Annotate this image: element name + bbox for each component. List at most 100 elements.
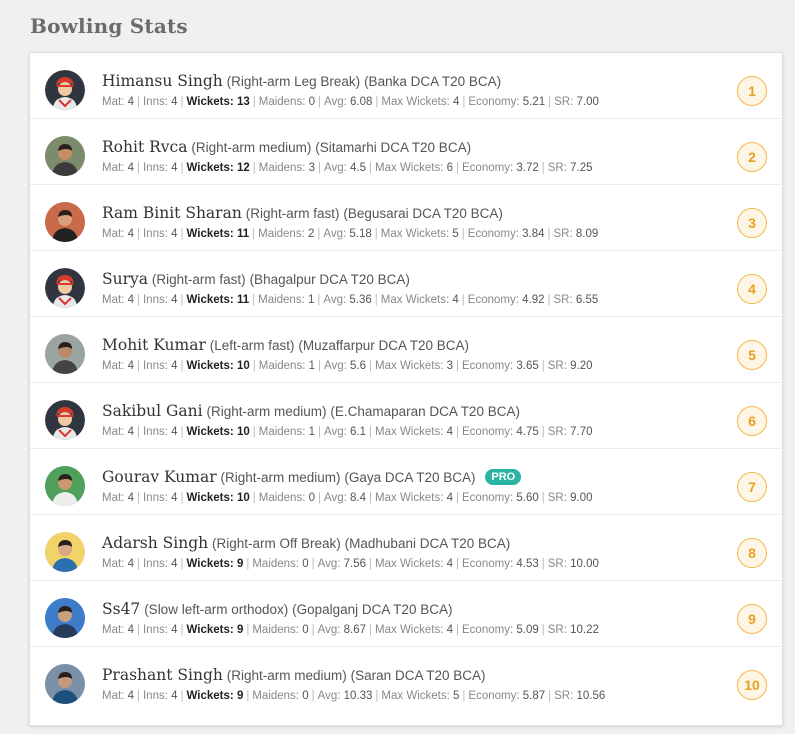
avatar[interactable] (45, 598, 85, 638)
player-row-6[interactable]: Sakibul Gani (Right-arm medium) (E.Chama… (30, 383, 782, 449)
bowling-style: (Right-arm medium) (191, 140, 312, 155)
player-row-2[interactable]: Rohit Rvca (Right-arm medium) (Sitamarhi… (30, 119, 782, 185)
team-name: (Sitamarhi DCA T20 BCA) (315, 140, 472, 155)
stat-value-avg: 8.4 (350, 492, 367, 504)
stat-label-max-wickets: Max Wickets: (375, 558, 444, 570)
stat-label-maidens: Maidens: (258, 294, 305, 306)
stat-label-mat: Mat: (102, 558, 125, 570)
player-stats-line: Mat: 4 | Inns: 4 | Wickets: 9 | Maidens: 0 | Avg… (102, 624, 599, 636)
stat-value-inns: 4 (171, 492, 178, 504)
stat-separator: | (311, 558, 315, 570)
stat-separator: | (252, 294, 256, 306)
stat-separator: | (456, 624, 460, 636)
stat-separator: | (311, 690, 315, 702)
stat-separator: | (318, 96, 322, 108)
stat-value-economy: 5.60 (516, 492, 539, 504)
player-row-7[interactable]: Gourav Kumar (Right-arm medium) (Gaya DC… (30, 449, 782, 515)
stat-value-maidens: 0 (302, 558, 309, 570)
stat-value-economy: 4.75 (516, 426, 539, 438)
stat-label-mat: Mat: (102, 360, 125, 372)
avatar[interactable] (45, 136, 85, 176)
stat-separator: | (136, 558, 140, 570)
avatar[interactable] (45, 202, 85, 242)
player-name[interactable]: Ss47 (102, 600, 140, 618)
player-row-5[interactable]: Mohit Kumar (Left-arm fast) (Muzaffarpur… (30, 317, 782, 383)
stat-label-max-wickets: Max Wickets: (375, 360, 444, 372)
stat-label-inns: Inns: (142, 690, 168, 702)
stat-separator: | (548, 96, 552, 108)
stat-separator: | (369, 558, 373, 570)
default-avatar-icon[interactable] (45, 70, 85, 110)
stat-label-sr: SR: (547, 360, 567, 372)
stat-separator: | (374, 228, 378, 240)
stat-separator: | (369, 360, 373, 372)
stat-separator: | (548, 690, 552, 702)
player-name[interactable]: Adarsh Singh (102, 534, 208, 552)
player-title-line: Sakibul Gani (Right-arm medium) (E.Chama… (102, 402, 520, 420)
stat-label-economy: Economy: (468, 96, 520, 108)
stat-separator: | (461, 294, 465, 306)
stat-separator: | (136, 690, 140, 702)
default-avatar-icon[interactable] (45, 268, 85, 308)
stat-value-economy: 5.09 (516, 624, 539, 636)
stat-label-inns: Inns: (142, 426, 168, 438)
player-row-1[interactable]: Himansu Singh (Right-arm Leg Break) (Ban… (30, 53, 782, 119)
player-stats-line: Mat: 4 | Inns: 4 | Wickets: 9 | Maidens: 0 | Avg… (102, 558, 599, 570)
stat-separator: | (246, 690, 250, 702)
avatar[interactable] (45, 532, 85, 572)
stat-label-max-wickets: Max Wickets: (375, 624, 444, 636)
rank-badge: 5 (737, 340, 767, 370)
stat-label-sr: SR: (547, 624, 567, 636)
player-name[interactable]: Mohit Kumar (102, 336, 206, 354)
team-name: (Bhagalpur DCA T20 BCA) (249, 272, 410, 287)
stat-value-wickets: 10 (236, 360, 250, 372)
stat-separator: | (136, 228, 140, 240)
player-name[interactable]: Ram Binit Sharan (102, 204, 242, 222)
stat-separator: | (136, 624, 140, 636)
stat-label-maidens: Maidens: (258, 162, 306, 174)
stat-separator: | (456, 492, 460, 504)
stat-value-avg: 5.18 (349, 228, 372, 240)
stat-label-maidens: Maidens: (252, 624, 300, 636)
player-row-4[interactable]: Surya (Right-arm fast) (Bhagalpur DCA T2… (30, 251, 782, 317)
stat-value-economy: 4.92 (522, 294, 545, 306)
player-name[interactable]: Himansu Singh (102, 72, 223, 90)
player-name[interactable]: Prashant Singh (102, 666, 223, 684)
stat-label-max-wickets: Max Wickets: (375, 162, 444, 174)
stat-separator: | (541, 426, 545, 438)
stat-label-max-wickets: Max Wickets: (381, 690, 450, 702)
stat-label-inns: Inns: (142, 294, 168, 306)
stat-label-mat: Mat: (102, 228, 125, 240)
stat-separator: | (318, 492, 322, 504)
team-name: (Gopalganj DCA T20 BCA) (292, 602, 453, 617)
stat-separator: | (456, 360, 460, 372)
player-stats-line: Mat: 4 | Inns: 4 | Wickets: 10 | Maidens: 0 | Av… (102, 492, 593, 504)
stat-separator: | (369, 624, 373, 636)
player-title-line: Mohit Kumar (Left-arm fast) (Muzaffarpur… (102, 336, 469, 354)
avatar[interactable] (45, 664, 85, 704)
player-name[interactable]: Gourav Kumar (102, 468, 217, 486)
player-name[interactable]: Rohit Rvca (102, 138, 187, 156)
player-row-10[interactable]: Prashant Singh (Right-arm medium) (Saran… (30, 647, 782, 713)
stat-separator: | (252, 360, 256, 372)
player-row-3[interactable]: Ram Binit Sharan (Right-arm fast) (Begus… (30, 185, 782, 251)
stat-separator: | (180, 492, 184, 504)
rank-badge: 6 (737, 406, 767, 436)
stat-separator: | (369, 492, 373, 504)
player-name[interactable]: Sakibul Gani (102, 402, 203, 420)
player-row-9[interactable]: Ss47 (Slow left-arm orthodox) (Gopalganj… (30, 581, 782, 647)
avatar[interactable] (45, 334, 85, 374)
bowling-style: (Right-arm Off Break) (211, 536, 341, 551)
stat-separator: | (252, 492, 256, 504)
stat-label-sr: SR: (553, 228, 573, 240)
stat-separator: | (541, 492, 545, 504)
stat-label-maidens: Maidens: (258, 360, 306, 372)
stat-value-wickets: 11 (236, 228, 250, 240)
player-row-8[interactable]: Adarsh Singh (Right-arm Off Break) (Madh… (30, 515, 782, 581)
stat-value-maidens: 0 (302, 690, 309, 702)
default-avatar-icon[interactable] (45, 400, 85, 440)
stat-label-max-wickets: Max Wickets: (375, 426, 444, 438)
stat-label-inns: Inns: (142, 558, 168, 570)
avatar[interactable] (45, 466, 85, 506)
player-name[interactable]: Surya (102, 270, 148, 288)
